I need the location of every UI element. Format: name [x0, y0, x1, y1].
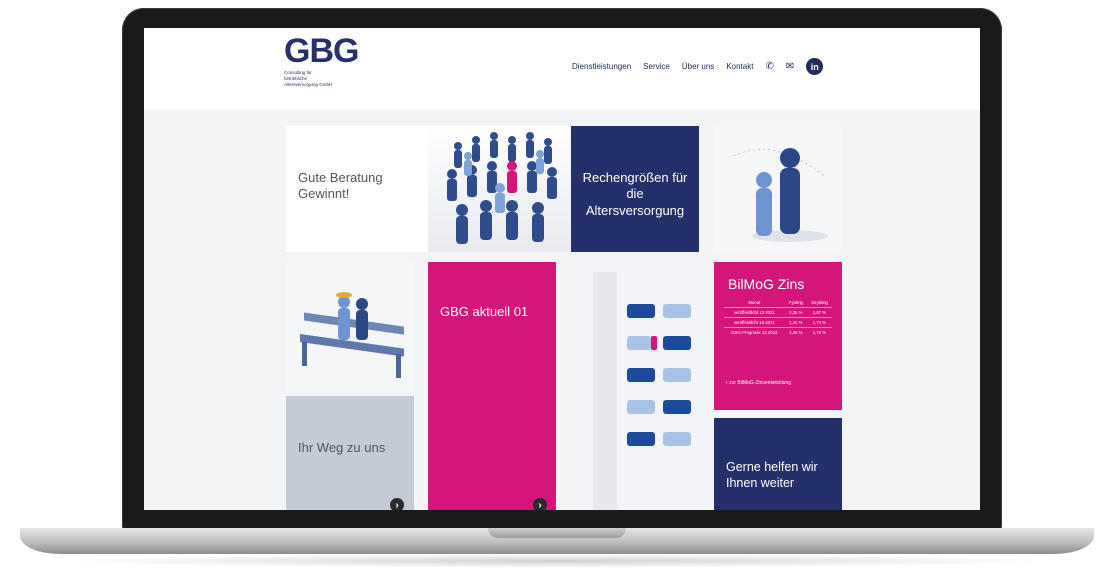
tile-ihr-weg[interactable]: Ihr Weg zu uns › — [286, 396, 414, 510]
bilmog-cell: 1,42 % — [784, 317, 807, 328]
chevron-right-icon[interactable]: › — [390, 498, 404, 510]
tile-rechengroessen-text: Rechengrößen für die Altersversorgung — [582, 170, 688, 218]
bilmog-cell: GBG-Prognose 12.2022 — [724, 327, 785, 337]
bilmog-link-label: zur BilMoG-Zinsentwicklung — [729, 380, 792, 386]
bilmog-header-cell: 15-jährig — [811, 300, 828, 305]
two-figures-image — [714, 126, 842, 252]
crowd-figures-illustration — [428, 126, 570, 252]
logo-tagline: Consulting für betriebliche Altersversor… — [284, 70, 366, 88]
bilmog-cell: veröffentlicht 10.2021 — [724, 317, 785, 328]
tile-rechengroessen[interactable]: Rechengrößen für die Altersversorgung — [571, 126, 699, 252]
tile-bilmog-zins[interactable]: BilMoG Zins Monat 7-jährig 15-jährig ver… — [714, 262, 842, 410]
nav-ueber-uns[interactable]: Über uns — [682, 62, 714, 71]
phone-icon[interactable]: ✆ — [765, 61, 773, 72]
main-nav: Dienstleistungen Service Über uns Kontak… — [572, 58, 824, 75]
nav-kontakt[interactable]: Kontakt — [726, 62, 753, 71]
bilmog-cell: 1,87 % — [806, 307, 832, 318]
two-figures-illustration — [714, 126, 842, 252]
bilmog-cell: 1,35 % — [784, 307, 807, 318]
mail-icon[interactable]: ✉ — [786, 61, 794, 72]
table-row: veröffentlicht 10.2021 1,42 % 1,74 % — [724, 317, 832, 328]
linkedin-icon[interactable]: in — [806, 58, 824, 75]
site-header: GBG Consulting für betriebliche Altersve… — [144, 28, 980, 110]
bilmog-table-header: Monat 7-jährig 15-jährig — [724, 298, 832, 308]
laptop-notch — [488, 528, 626, 538]
crowd-image — [428, 126, 570, 252]
bilmog-cell: 1,45 % — [784, 327, 807, 337]
gbg-logo[interactable]: GBG Consulting für betriebliche Altersve… — [284, 34, 366, 94]
nav-service[interactable]: Service — [643, 62, 670, 71]
tile-gerne-helfen-text: Gerne helfen wir Ihnen weiter — [726, 460, 818, 490]
chevron-right-icon[interactable]: › — [533, 498, 547, 510]
bilmog-header-cell: 7-jährig — [788, 300, 803, 305]
bilmog-table: Monat 7-jährig 15-jährig veröffentlicht … — [724, 298, 832, 337]
tile-gerne-helfen[interactable]: Gerne helfen wir Ihnen weiter — [714, 418, 842, 510]
bench-image — [286, 262, 414, 392]
bilmog-cell: 1,74 % — [806, 317, 832, 328]
screen: GBG Consulting für betriebliche Altersve… — [144, 28, 980, 510]
bilmog-cell: 1,78 % — [806, 327, 832, 337]
logo-tagline-line: Altersversorgung GmbH — [284, 82, 333, 87]
tile-gbg-aktuell[interactable]: GBG aktuell 01 › — [428, 262, 556, 510]
laptop-shadow — [60, 554, 1054, 568]
bilmog-link[interactable]: › zur BilMoG-Zinsentwicklung — [726, 380, 791, 386]
tile-beratung[interactable]: Gute Beratung Gewinnt! — [286, 126, 428, 252]
table-row: veröffentlicht 12.2021 1,35 % 1,87 % — [724, 307, 832, 318]
table-row: GBG-Prognose 12.2022 1,45 % 1,78 % — [724, 327, 832, 337]
bilmog-header-cell: Monat — [748, 300, 761, 305]
bilmog-title: BilMoG Zins — [728, 276, 805, 292]
nav-dienstleistungen[interactable]: Dienstleistungen — [572, 62, 631, 71]
tile-ihr-weg-text: Ihr Weg zu uns — [298, 440, 386, 455]
tile-gbg-aktuell-text: GBG aktuell 01 — [440, 304, 529, 319]
bench-illustration — [286, 262, 414, 392]
logo-letters: GBG — [284, 32, 359, 70]
bilmog-cell: veröffentlicht 12.2021 — [724, 307, 785, 318]
shelf-figures-illustration — [571, 262, 714, 510]
shelf-image — [571, 262, 714, 510]
tile-beratung-text: Gute Beratung Gewinnt! — [298, 170, 383, 202]
